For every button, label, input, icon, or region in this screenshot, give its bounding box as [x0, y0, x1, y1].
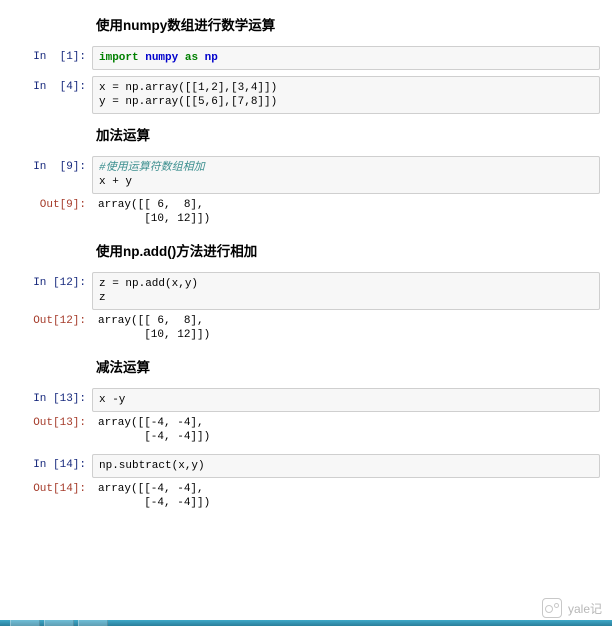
code-input[interactable]: x = np.array([[1,2],[3,4]]) y = np.array… [92, 76, 600, 114]
cell-14: In [14]: np.subtract(x,y) Out[14]: array… [12, 454, 600, 514]
in-prompt: In [13]: [12, 388, 92, 406]
watermark: yale记 [542, 598, 602, 618]
keyword-as: as [185, 52, 198, 64]
output-text: array([[-4, -4], [-4, -4]]) [92, 412, 600, 448]
cell-12: In [12]: z = np.add(x,y) z Out[12]: arra… [12, 272, 600, 346]
cell-9: In [9]: #使用运算符数组相加 x + y Out[9]: array([… [12, 156, 600, 230]
out-prompt: Out[9]: [12, 194, 92, 212]
code-input[interactable]: z = np.add(x,y) z [92, 272, 600, 310]
output-text: array([[-4, -4], [-4, -4]]) [92, 478, 600, 514]
in-prompt: In [1]: [12, 46, 92, 64]
heading-subtraction: 减法运算 [96, 356, 600, 376]
in-prompt: In [12]: [12, 272, 92, 290]
taskbar [0, 620, 612, 626]
code-input[interactable]: import numpy as np [92, 46, 600, 70]
code-line: x + y [99, 176, 132, 188]
in-prompt: In [14]: [12, 454, 92, 472]
output-text: array([[ 6, 8], [10, 12]]) [92, 194, 600, 230]
wechat-icon [542, 598, 562, 618]
cell-13: In [13]: x -y Out[13]: array([[-4, -4], … [12, 388, 600, 448]
out-prompt: Out[13]: [12, 412, 92, 430]
output-text: array([[ 6, 8], [10, 12]]) [92, 310, 600, 346]
watermark-text: yale记 [568, 600, 602, 617]
page: 使用numpy数组进行数学运算 In [1]: import numpy as … [0, 0, 612, 626]
out-prompt: Out[12]: [12, 310, 92, 328]
code-input[interactable]: #使用运算符数组相加 x + y [92, 156, 600, 194]
code-input[interactable]: x -y [92, 388, 600, 412]
heading-npadd: 使用np.add()方法进行相加 [96, 240, 600, 260]
alias-np: np [205, 52, 218, 64]
out-prompt: Out[14]: [12, 478, 92, 496]
code-input[interactable]: np.subtract(x,y) [92, 454, 600, 478]
heading-main: 使用numpy数组进行数学运算 [96, 14, 600, 34]
keyword-import: import [99, 52, 139, 64]
notebook-area: 使用numpy数组进行数学运算 In [1]: import numpy as … [8, 14, 604, 514]
in-prompt: In [9]: [12, 156, 92, 174]
module-numpy: numpy [145, 52, 178, 64]
code-comment: #使用运算符数组相加 [99, 162, 205, 174]
heading-addition: 加法运算 [96, 124, 600, 144]
cell-1: In [1]: import numpy as np [12, 46, 600, 70]
cell-4: In [4]: x = np.array([[1,2],[3,4]]) y = … [12, 76, 600, 114]
in-prompt: In [4]: [12, 76, 92, 94]
